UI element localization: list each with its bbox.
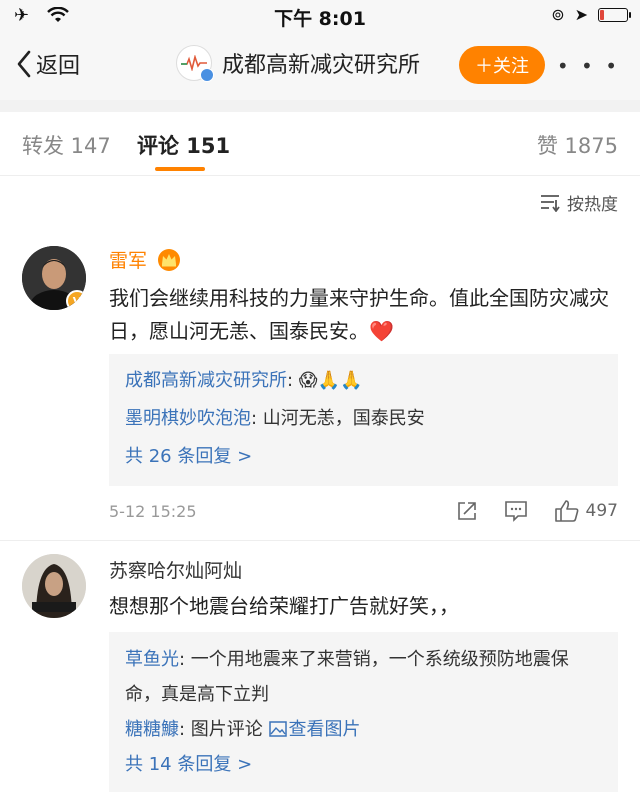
back-button[interactable]: 返回 [16, 48, 80, 80]
share-button[interactable] [456, 500, 478, 522]
comment-text: 我们会继续用科技的力量来守护生命。值此全国防灾减灾日，愿山河无恙、国泰民安。❤️ [109, 286, 609, 343]
comment-icon [504, 501, 527, 522]
rotation-lock-icon: ⊚ [551, 5, 565, 24]
comment-divider [0, 540, 640, 541]
crown-icon [157, 249, 181, 276]
chevron-left-icon [17, 50, 31, 78]
status-time: 下午 8:01 [274, 8, 366, 30]
more-replies-link[interactable]: 共 14 条回复 > [125, 747, 602, 782]
sort-button[interactable]: 按热度 [539, 190, 618, 215]
reply-button[interactable] [504, 500, 528, 522]
tab-bar: 转发 147 评论 151 赞 1875 [0, 112, 640, 176]
reply-box[interactable]: 成都高新减灾研究所: 😱🙏🙏 墨明棋妙吹泡泡: 山河无恙，国泰民安 共 26 条… [109, 354, 618, 486]
reply-author[interactable]: 墨明棋妙吹泡泡 [125, 408, 251, 429]
account-logo[interactable] [176, 45, 214, 82]
section-gap [0, 100, 640, 112]
sort-label: 按热度 [567, 195, 618, 215]
battery-icon [598, 7, 631, 22]
location-arrow-icon: ➤ [574, 5, 588, 24]
like-button[interactable]: 497 [554, 499, 618, 523]
more-options-button[interactable]: • • • [557, 54, 620, 78]
like-count: 497 [585, 501, 618, 521]
reply-line: 草鱼光: 一个用地震来了来营销，一个系统级预防地震保命，真是高下立判 [125, 649, 569, 705]
follow-button[interactable]: ＋关注 [459, 46, 545, 84]
thumbs-up-icon [554, 500, 578, 522]
nav-bar: 返回 成都高新减灾研究所 ＋关注 • • • [0, 32, 640, 100]
status-bar: ✈ 下午 8:01 ⊚ ➤ [0, 0, 640, 32]
tab-comments[interactable]: 评论 151 [137, 130, 230, 160]
reply-text: 一个用地震来了来营销，一个系统级预防地震保命，真是高下立判 [125, 649, 569, 705]
avatar[interactable]: V [22, 246, 86, 310]
user-photo [22, 554, 86, 618]
tab-reposts[interactable]: 转发 147 [22, 130, 111, 160]
page-title: 成都高新减灾研究所 [222, 53, 421, 78]
commenter-name[interactable]: 苏察哈尔灿阿灿 [109, 556, 242, 583]
reply-text: 山河无恙，国泰民安 [257, 408, 425, 429]
comment-time: 5-12 15:25 [109, 502, 197, 521]
share-icon [457, 502, 476, 520]
avatar[interactable] [22, 554, 86, 618]
reply-text: 😱🙏🙏 [293, 370, 363, 391]
sort-icon [541, 194, 560, 212]
reply-author[interactable]: 成都高新减灾研究所 [125, 370, 287, 391]
comment-text: 想想那个地震台给荣耀打广告就好笑，， [109, 594, 459, 618]
verified-badge-icon: V [66, 290, 86, 310]
view-image-link[interactable]: 查看图片 [268, 719, 361, 740]
tab-likes[interactable]: 赞 1875 [537, 130, 618, 160]
reply-line: 成都高新减灾研究所: 😱🙏🙏 [125, 370, 363, 391]
verified-icon [200, 68, 214, 82]
back-label: 返回 [36, 54, 81, 79]
reply-author[interactable]: 草鱼光 [125, 649, 179, 670]
active-tab-indicator [155, 167, 205, 171]
reply-text: 图片评论 [185, 719, 269, 740]
more-replies-link[interactable]: 共 26 条回复 > [125, 438, 602, 476]
reply-box[interactable]: 草鱼光: 一个用地震来了来营销，一个系统级预防地震保命，真是高下立判 糖糖鱇: … [109, 632, 618, 792]
reply-line: 墨明棋妙吹泡泡: 山河无恙，国泰民安 [125, 408, 425, 429]
image-icon [268, 721, 287, 737]
reply-line: 糖糖鱇: 图片评论 查看图片 [125, 719, 361, 740]
comment-actions: 497 [456, 499, 618, 523]
commenter-name[interactable]: 雷军 [109, 250, 147, 272]
reply-author[interactable]: 糖糖鱇 [125, 719, 179, 740]
